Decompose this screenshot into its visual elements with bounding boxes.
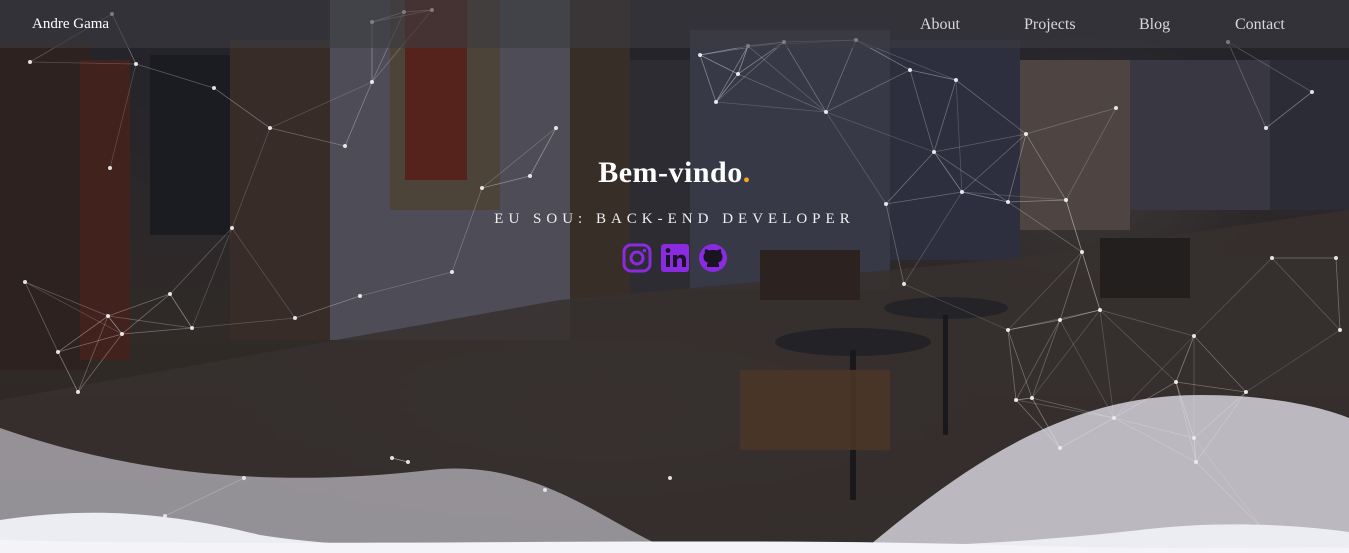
subtitle-role: BACK-END DEVELOPER bbox=[595, 211, 855, 227]
hero-title-text: Bem-vindo bbox=[598, 156, 743, 189]
linkedin-link[interactable] bbox=[659, 242, 691, 276]
top-navbar: Andre Gama About Projects Blog Contact bbox=[0, 0, 1349, 48]
github-link[interactable] bbox=[697, 242, 729, 276]
hero-title: Bem-vindo. bbox=[0, 156, 1349, 190]
nav-link-contact[interactable]: Contact bbox=[1235, 16, 1285, 34]
nav-links: About Projects Blog Contact bbox=[0, 16, 1349, 36]
nav-link-projects[interactable]: Projects bbox=[1024, 16, 1076, 34]
hero-content: Bem-vindo. EU SOU: BACK-END DEVELOPER bbox=[0, 156, 1349, 276]
nav-link-blog[interactable]: Blog bbox=[1139, 16, 1170, 34]
hero-section: Andre Gama About Projects Blog Contact B… bbox=[0, 0, 1349, 553]
wave-decoration bbox=[0, 395, 1349, 553]
social-links bbox=[0, 242, 1349, 276]
nav-link-about[interactable]: About bbox=[920, 16, 960, 34]
github-icon bbox=[698, 244, 727, 272]
linkedin-icon bbox=[660, 244, 689, 272]
instagram-link[interactable] bbox=[621, 242, 653, 276]
hero-subtitle: EU SOU: BACK-END DEVELOPER bbox=[0, 211, 1349, 228]
instagram-icon bbox=[622, 243, 651, 273]
hero-title-dot: . bbox=[742, 156, 751, 189]
subtitle-prefix: EU SOU: bbox=[494, 211, 588, 227]
